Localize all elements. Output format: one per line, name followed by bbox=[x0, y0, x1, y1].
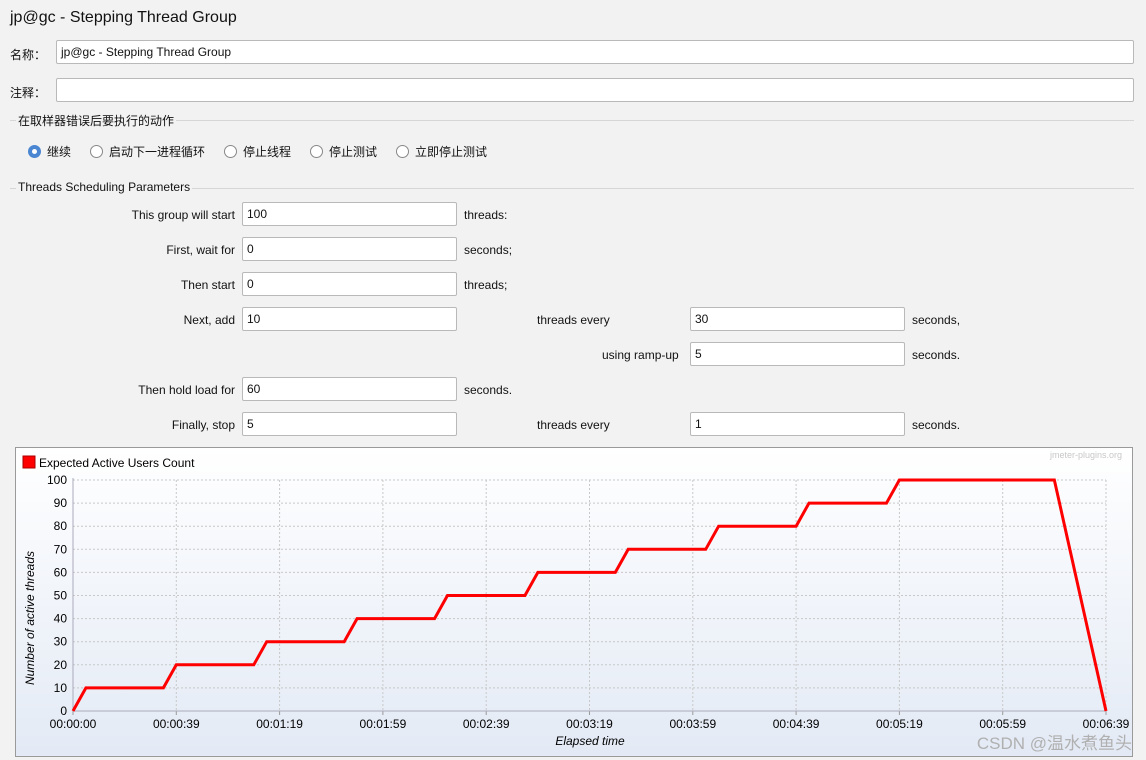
radio-icon bbox=[224, 145, 237, 158]
next-every-label: threads every bbox=[537, 313, 610, 327]
radio-next-loop[interactable]: 启动下一进程循环 bbox=[90, 143, 205, 160]
y-tick-label: 70 bbox=[54, 542, 68, 556]
legend-label: Expected Active Users Count bbox=[39, 456, 195, 470]
name-label: 名称： bbox=[10, 48, 47, 62]
radio-icon bbox=[28, 145, 41, 158]
error-action-section: 在取样器错误后要执行的动作 bbox=[10, 112, 1134, 129]
stop-every-input[interactable]: 1 bbox=[690, 412, 905, 436]
threads-scheduling-section: Threads Scheduling Parameters bbox=[10, 180, 1134, 194]
radio-stop-now[interactable]: 立即停止测试 bbox=[396, 143, 487, 160]
hold-label: Then hold load for bbox=[138, 383, 235, 397]
x-tick-label: 00:00:39 bbox=[153, 717, 200, 731]
then-start-input[interactable]: 0 bbox=[242, 272, 457, 296]
x-tick-label: 00:01:59 bbox=[360, 717, 407, 731]
radio-icon bbox=[396, 145, 409, 158]
x-tick-label: 00:04:39 bbox=[773, 717, 820, 731]
wait-input[interactable]: 0 bbox=[242, 237, 457, 261]
name-input[interactable]: jp@gc - Stepping Thread Group bbox=[56, 40, 1134, 64]
radio-label: 立即停止测试 bbox=[415, 145, 488, 159]
y-tick-label: 30 bbox=[54, 635, 68, 649]
then-start-label: Then start bbox=[180, 278, 235, 292]
start-unit: threads: bbox=[464, 208, 508, 222]
window-title: jp@gc - Stepping Thread Group bbox=[10, 9, 237, 26]
x-tick-label: 00:03:59 bbox=[669, 717, 716, 731]
hold-unit: seconds. bbox=[464, 383, 513, 397]
radio-label: 停止测试 bbox=[329, 145, 378, 159]
comment-input[interactable] bbox=[56, 78, 1134, 102]
csdn-watermark: CSDN @温水煮鱼头 bbox=[976, 734, 1132, 753]
stop-input[interactable]: 5 bbox=[242, 412, 457, 436]
watermark: jmeter-plugins.org bbox=[1049, 450, 1122, 460]
radio-label: 继续 bbox=[47, 145, 72, 159]
ramp-input[interactable]: 5 bbox=[690, 342, 905, 366]
next-unit: seconds, bbox=[912, 313, 961, 327]
y-tick-label: 90 bbox=[54, 496, 68, 510]
radio-label: 启动下一进程循环 bbox=[109, 145, 206, 159]
legend-swatch bbox=[22, 455, 36, 469]
radio-stop-test[interactable]: 停止测试 bbox=[310, 143, 377, 160]
radio-continue[interactable]: 继续 bbox=[28, 143, 71, 160]
next-add-label: Next, add bbox=[183, 313, 235, 327]
y-axis-label: Number of active threads bbox=[23, 551, 37, 685]
chart-panel: Expected Active Users Count jmeter-plugi… bbox=[15, 447, 1133, 757]
section-title: Threads Scheduling Parameters bbox=[16, 180, 193, 194]
wait-label: First, wait for bbox=[166, 243, 235, 257]
x-tick-label: 00:02:39 bbox=[463, 717, 510, 731]
y-tick-label: 20 bbox=[54, 658, 68, 672]
x-tick-label: 00:00:00 bbox=[50, 717, 97, 731]
stop-unit: seconds. bbox=[912, 418, 961, 432]
section-title: 在取样器错误后要执行的动作 bbox=[16, 112, 177, 129]
y-tick-label: 10 bbox=[54, 681, 68, 695]
y-tick-label: 0 bbox=[60, 704, 67, 718]
comment-label: 注释： bbox=[10, 86, 47, 100]
wait-unit: seconds; bbox=[464, 243, 513, 257]
radio-icon bbox=[310, 145, 323, 158]
next-add-input[interactable]: 10 bbox=[242, 307, 457, 331]
chart: Expected Active Users Count jmeter-plugi… bbox=[22, 450, 1130, 748]
ramp-label: using ramp-up bbox=[602, 348, 679, 362]
start-label: This group will start bbox=[131, 208, 235, 222]
radio-label: 停止线程 bbox=[243, 145, 292, 159]
then-start-unit: threads; bbox=[464, 278, 508, 292]
y-tick-label: 50 bbox=[54, 589, 68, 603]
x-axis-label: Elapsed time bbox=[555, 734, 625, 748]
radio-icon bbox=[90, 145, 103, 158]
stop-label: Finally, stop bbox=[171, 418, 235, 432]
ramp-unit: seconds. bbox=[912, 348, 961, 362]
y-tick-label: 40 bbox=[54, 612, 68, 626]
radio-stop-thread[interactable]: 停止线程 bbox=[224, 143, 291, 160]
x-tick-label: 00:03:19 bbox=[566, 717, 613, 731]
start-threads-input[interactable]: 100 bbox=[242, 202, 457, 226]
stop-every-label: threads every bbox=[537, 418, 610, 432]
x-tick-label: 00:05:19 bbox=[876, 717, 923, 731]
hold-input[interactable]: 60 bbox=[242, 377, 457, 401]
y-tick-label: 100 bbox=[47, 473, 67, 487]
next-every-input[interactable]: 30 bbox=[690, 307, 905, 331]
y-tick-label: 80 bbox=[54, 519, 68, 533]
x-tick-label: 00:01:19 bbox=[256, 717, 303, 731]
y-tick-label: 60 bbox=[54, 565, 68, 579]
